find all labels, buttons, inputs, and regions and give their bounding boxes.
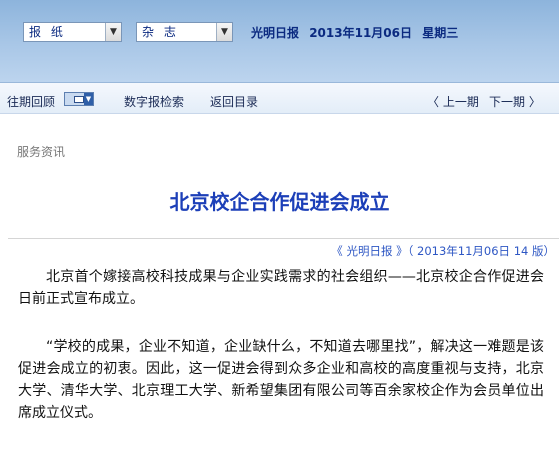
magazine-select-value: 杂 志 xyxy=(142,25,179,39)
magazine-select[interactable]: 杂 志 ▼ xyxy=(136,22,233,42)
chevron-down-icon[interactable]: ▼ xyxy=(216,23,232,41)
article-title: 北京校企合作促进会成立 xyxy=(169,190,390,214)
next-issue-link[interactable]: 下一期 〉 xyxy=(489,93,541,110)
calendar-picker-button[interactable]: ▼ xyxy=(64,92,94,106)
article-category: 服务资讯 xyxy=(17,145,66,159)
chevron-down-icon: ▼ xyxy=(84,93,93,105)
nav-bar: 往期回顾 ▼ 数字报检索 返回目录 〈 上一期 下一期 〉 xyxy=(0,82,559,114)
issue-date: 2013年11月06日 xyxy=(309,26,413,40)
title-divider xyxy=(8,238,559,239)
article-paragraph: 北京首个嫁接高校科技成果与企业实践需求的社会组织——北京校企合作促进会日前正式宣… xyxy=(18,269,544,307)
paper-select-value: 报 纸 xyxy=(29,25,66,39)
calendar-icon xyxy=(74,96,84,103)
page: 报 纸 ▼ 杂 志 ▼ 光明日报 2013年11月06日 星期三 往期回顾 ▼ … xyxy=(0,0,559,460)
issue-weekday: 星期三 xyxy=(422,26,459,40)
back-issues-link[interactable]: 往期回顾 xyxy=(7,93,55,110)
digital-search-link[interactable]: 数字报检索 xyxy=(124,93,184,110)
back-to-toc-link[interactable]: 返回目录 xyxy=(210,93,258,110)
previous-issue-link[interactable]: 〈 上一期 xyxy=(427,93,479,110)
chevron-down-icon[interactable]: ▼ xyxy=(105,23,121,41)
header-band: 报 纸 ▼ 杂 志 ▼ 光明日报 2013年11月06日 星期三 xyxy=(0,0,559,82)
paper-name: 光明日报 xyxy=(251,26,300,40)
paper-select[interactable]: 报 纸 ▼ xyxy=(23,22,122,42)
issue-date-line: 光明日报 2013年11月06日 星期三 xyxy=(251,24,464,41)
article-paragraph: “学校的成果，企业不知道，企业缺什么，不知道去哪里找”，解决这一难题是该促进会成… xyxy=(18,339,544,421)
article-source: 《 光明日报 》（ 2013年11月06日 14 版） xyxy=(331,244,555,258)
